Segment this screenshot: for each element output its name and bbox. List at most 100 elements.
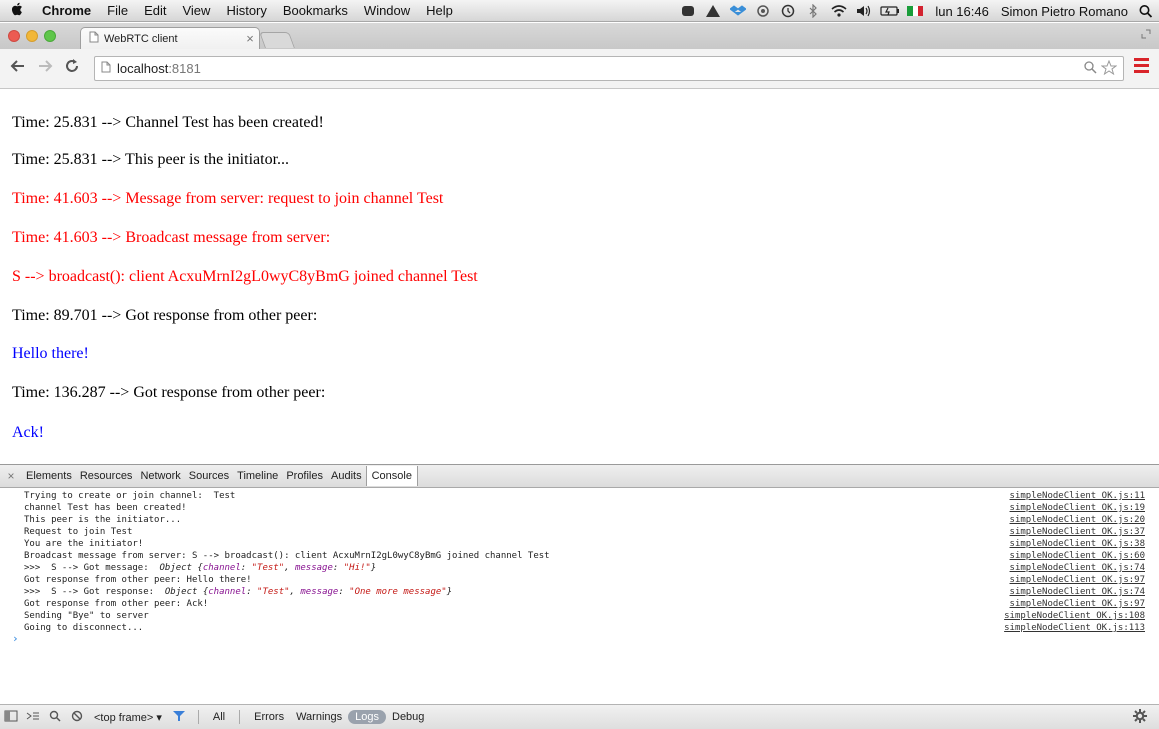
apple-menu-icon[interactable]	[0, 2, 34, 19]
reload-icon[interactable]	[64, 58, 80, 79]
address-bar[interactable]: localhost:8181	[94, 56, 1124, 81]
console-message: Broadcast message from server: S --> bro…	[24, 551, 550, 561]
log-line: Time: 25.831 --> Channel Test has been c…	[12, 114, 324, 131]
page-favicon-icon	[89, 31, 99, 46]
page-content: Time: 25.831 --> Channel Test has been c…	[0, 90, 1159, 464]
app-icon-3[interactable]	[755, 4, 772, 18]
menu-bookmarks[interactable]: Bookmarks	[275, 3, 356, 18]
filter-warnings[interactable]: Warnings	[290, 711, 348, 723]
frame-selector[interactable]: <top frame> ▾	[88, 711, 168, 724]
filter-debug[interactable]: Debug	[386, 711, 430, 723]
menu-window[interactable]: Window	[356, 3, 418, 18]
bluetooth-icon[interactable]	[805, 3, 822, 19]
console-row: You are the initiator! simpleNodeClient_…	[0, 538, 1159, 550]
menu-help[interactable]: Help	[418, 3, 461, 18]
filter-funnel-icon[interactable]	[168, 710, 190, 725]
console-message: >>> S --> Got message: Object {channel: …	[24, 562, 376, 574]
new-tab-button[interactable]	[259, 32, 295, 48]
spotlight-search-icon[interactable]	[1138, 4, 1155, 18]
volume-icon[interactable]	[855, 4, 872, 18]
show-drawer-icon[interactable]	[22, 710, 44, 725]
fullscreen-icon[interactable]	[1141, 29, 1151, 42]
console-message: >>> S --> Got response: Object {channel:…	[24, 586, 452, 598]
tab-audits[interactable]: Audits	[327, 470, 366, 482]
forward-arrow-icon[interactable]	[37, 58, 53, 79]
console-row: Sending "Bye" to server simpleNodeClient…	[0, 610, 1159, 622]
log-line: S --> broadcast(): client AcxuMrnI2gL0wy…	[12, 268, 478, 285]
tab-close-icon[interactable]: ×	[241, 31, 259, 46]
italian-flag-icon[interactable]	[907, 6, 924, 16]
devtools-close-icon[interactable]: ×	[0, 469, 22, 483]
menu-history[interactable]: History	[218, 3, 274, 18]
app-icon-2[interactable]	[705, 4, 722, 18]
filter-logs[interactable]: Logs	[348, 710, 386, 724]
chrome-menu-icon[interactable]	[1134, 58, 1149, 76]
console-output: Trying to create or join channel: Test s…	[0, 490, 1159, 680]
console-source-link[interactable]: simpleNodeClient_OK.js:19	[1010, 502, 1145, 514]
zoom-icon[interactable]	[1083, 60, 1097, 78]
console-message: Sending "Bye" to server	[24, 611, 149, 621]
tab-network[interactable]: Network	[136, 470, 184, 482]
page-icon	[101, 61, 111, 76]
devtools-tab-bar: × Elements Resources Network Sources Tim…	[0, 464, 1159, 488]
filter-all[interactable]: All	[207, 711, 231, 723]
console-source-link[interactable]: simpleNodeClient_OK.js:11	[1010, 490, 1145, 502]
browser-tab-webrtc-client[interactable]: WebRTC client ×	[80, 27, 260, 49]
bookmark-star-icon[interactable]	[1100, 59, 1118, 78]
menu-view[interactable]: View	[174, 3, 218, 18]
object-value: "Test"	[251, 563, 285, 573]
console-source-link[interactable]: simpleNodeClient_OK.js:74	[1010, 562, 1145, 574]
tab-sources[interactable]: Sources	[185, 470, 233, 482]
settings-gear-icon[interactable]	[1133, 709, 1147, 726]
console-message: You are the initiator!	[24, 539, 144, 549]
console-object[interactable]: Object {channel: "Test", message: "Hi!"}	[159, 563, 376, 573]
console-source-link[interactable]: simpleNodeClient_OK.js:97	[1010, 574, 1145, 586]
console-source-link[interactable]: simpleNodeClient_OK.js:97	[1010, 598, 1145, 610]
console-source-link[interactable]: simpleNodeClient_OK.js:74	[1010, 586, 1145, 598]
console-row: >>> S --> Got message: Object {channel: …	[0, 562, 1159, 574]
divider	[239, 710, 241, 724]
filter-errors[interactable]: Errors	[248, 711, 290, 723]
app-icon-1[interactable]	[680, 4, 697, 18]
console-source-link[interactable]: simpleNodeClient_OK.js:60	[1010, 550, 1145, 562]
wifi-icon[interactable]	[830, 4, 847, 18]
time-machine-icon[interactable]	[780, 4, 797, 18]
menubar-clock[interactable]: lun 16:46	[929, 4, 995, 19]
console-message: Going to disconnect...	[24, 623, 144, 633]
search-icon[interactable]	[44, 710, 66, 725]
tab-timeline[interactable]: Timeline	[233, 470, 282, 482]
tab-console[interactable]: Console	[365, 466, 418, 486]
console-message: Request to join Test	[24, 527, 133, 537]
console-source-link[interactable]: simpleNodeClient_OK.js:20	[1010, 514, 1145, 526]
console-source-link[interactable]: simpleNodeClient_OK.js:38	[1010, 538, 1145, 550]
battery-icon[interactable]	[880, 4, 900, 18]
console-prompt[interactable]: ›	[12, 632, 19, 645]
clear-console-icon[interactable]	[66, 710, 88, 725]
console-message: channel Test has been created!	[24, 503, 187, 513]
object-key: message	[300, 587, 339, 597]
console-source-link[interactable]: simpleNodeClient_OK.js:108	[1004, 610, 1145, 622]
browser-tab-strip: WebRTC client ×	[0, 23, 1159, 49]
window-close-button[interactable]	[8, 30, 20, 42]
console-row: Trying to create or join channel: Test s…	[0, 490, 1159, 502]
console-object[interactable]: Object {channel: "Test", message: "One m…	[165, 587, 452, 597]
console-row: >>> S --> Got response: Object {channel:…	[0, 586, 1159, 598]
menu-file[interactable]: File	[99, 3, 136, 18]
tab-profiles[interactable]: Profiles	[282, 470, 327, 482]
tab-resources[interactable]: Resources	[76, 470, 137, 482]
menu-chrome[interactable]: Chrome	[34, 3, 99, 18]
dock-icon[interactable]	[0, 710, 22, 725]
window-minimize-button[interactable]	[26, 30, 38, 42]
object-key: channel	[208, 587, 247, 597]
back-arrow-icon[interactable]	[10, 58, 26, 79]
object-label: Object	[164, 587, 198, 597]
console-source-link[interactable]: simpleNodeClient_OK.js:113	[1004, 622, 1145, 634]
tab-elements[interactable]: Elements	[22, 470, 76, 482]
console-message-prefix: >>> S --> Got response:	[24, 587, 165, 597]
console-source-link[interactable]: simpleNodeClient_OK.js:37	[1010, 526, 1145, 538]
menu-edit[interactable]: Edit	[136, 3, 174, 18]
window-zoom-button[interactable]	[44, 30, 56, 42]
dropbox-icon[interactable]	[729, 4, 748, 18]
url-host: localhost	[117, 61, 169, 76]
menubar-user-name[interactable]: Simon Pietro Romano	[995, 4, 1134, 19]
